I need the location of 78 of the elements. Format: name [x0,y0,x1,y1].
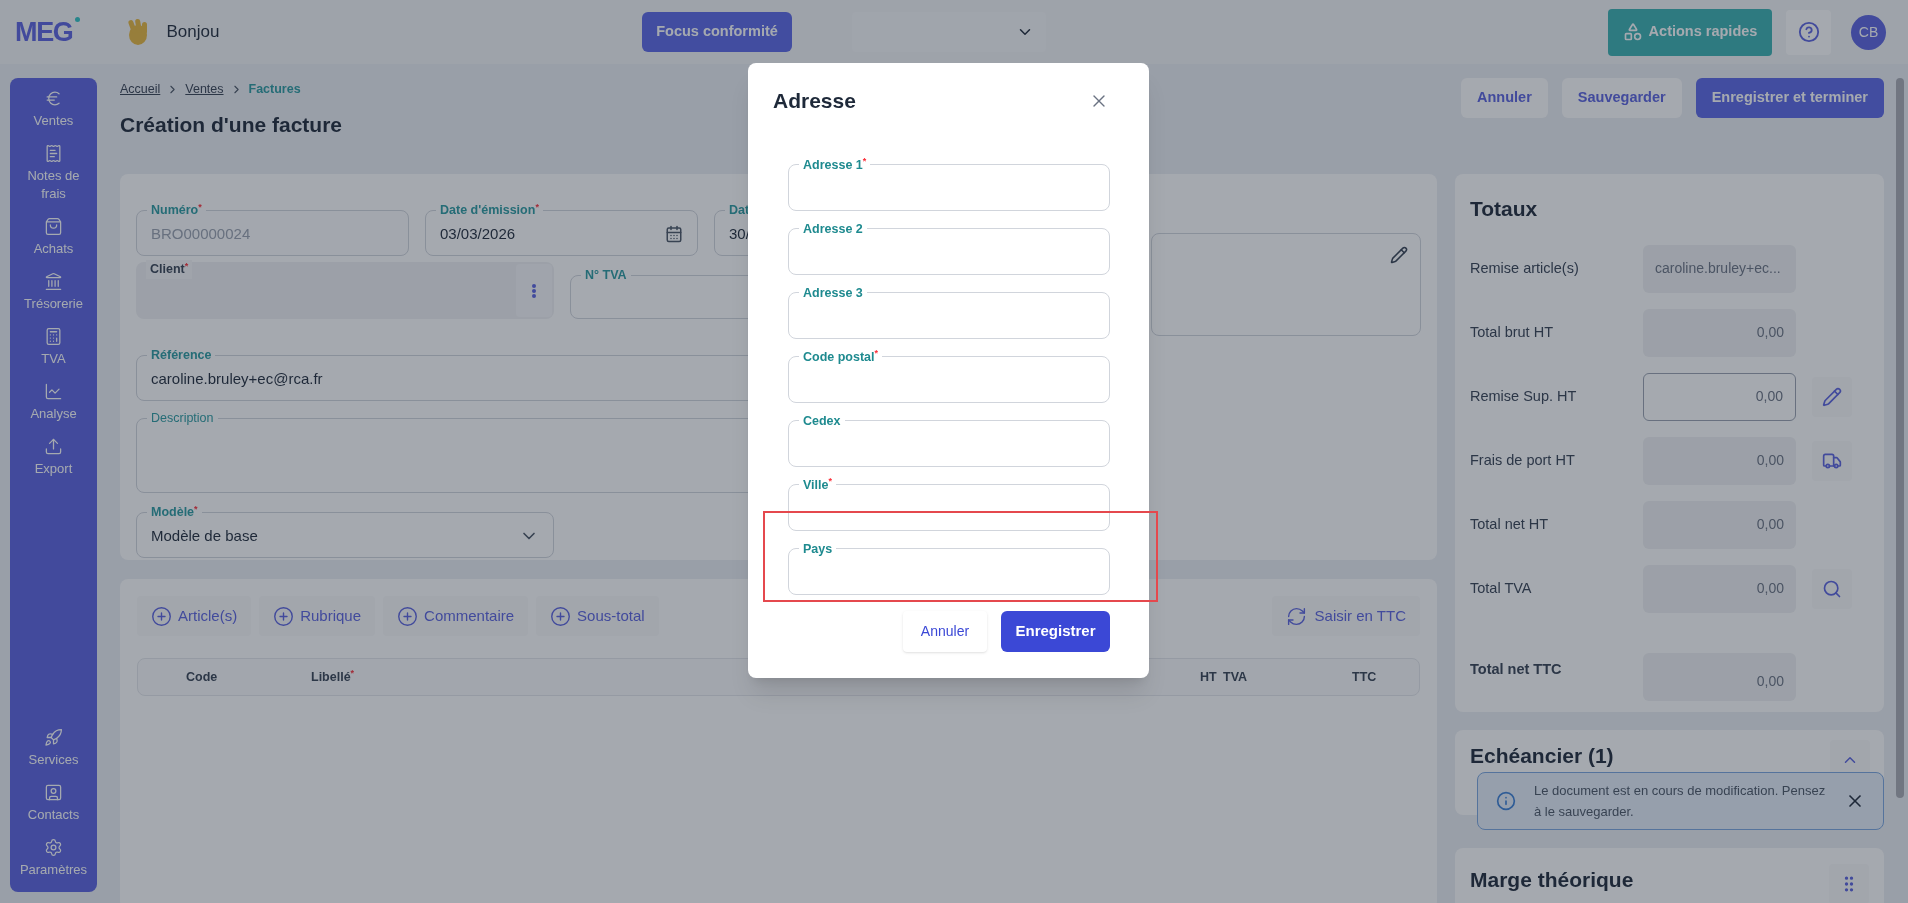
total-label: Total net TTC [1470,659,1563,679]
refresh-icon [1285,605,1307,627]
column-header: HT [1200,669,1217,684]
page-title: Création d'une facture [120,111,343,138]
total-label: Total TVA [1470,578,1533,598]
schedule-title: Echéancier (1) [1470,743,1614,769]
action-button[interactable]: Annuler [1461,78,1548,118]
breadcrumb-current: Factures [248,81,301,98]
amount-input[interactable]: 0,00 [1643,372,1796,421]
total-label: Remise Sup. HT [1470,386,1578,406]
sidebar-item[interactable]: Analyse [10,375,97,430]
column-header: TVA [1223,669,1248,684]
address-field[interactable]: Ville$^{*}$ [788,475,1110,531]
column-header: TTC [1352,669,1377,684]
toast-message: Le document est en cours de modification. Pensez à le sauvegarder. [1534,782,1827,821]
euro-icon [44,89,63,108]
sidebar-item[interactable]: TVA [10,320,97,375]
total-label: Total brut HT [1470,322,1554,342]
sidebar-item[interactable]: Contacts [10,776,97,831]
scrollbar-thumb[interactable] [1896,78,1904,798]
upload-icon [44,437,63,456]
amount-field: 0,00 [1643,308,1796,357]
more-icon [532,283,536,298]
calendar-icon [665,225,683,244]
amount-field: caroline.bruley+ec... [1643,244,1796,293]
help-button[interactable] [1786,9,1831,55]
column-header: Code [186,669,218,684]
breadcrumb-link[interactable]: Ventes [185,80,224,99]
search-icon [1822,578,1842,599]
plus-circle-icon [273,605,295,627]
sidebar-item[interactable]: Achats [10,210,97,265]
sidebar-item[interactable]: Ventes [10,82,97,137]
contact-card-icon [44,783,63,802]
breadcrumb-link[interactable]: Accueil [120,80,161,99]
save-finish-button[interactable]: Enregistrer et terminer [1695,78,1884,118]
avatar[interactable]: CB [1851,14,1886,50]
action-button[interactable]: Sauvegarder [1561,78,1682,118]
settings-icon [44,838,63,857]
sidebar-item[interactable]: Notes de frais [10,137,97,210]
plus-circle-icon [550,605,572,627]
pencil-icon [1822,386,1842,407]
date-field[interactable]: Date d'émission$^{*}$ 03/03/2026 [425,201,698,256]
address-field[interactable]: Code postal$^{*}$ [788,347,1110,403]
rocket-icon [44,728,63,747]
column-header: Libellé$^{*}$ [311,669,355,684]
info-icon [1496,791,1516,811]
amount-field: 0,00 [1643,500,1796,549]
total-label: Frais de port HT [1470,450,1576,470]
cancel-button[interactable]: Annuler [903,610,987,652]
totals-title: Totaux [1470,196,1539,222]
receipt-icon [44,144,63,163]
bank-icon [44,272,63,291]
help-icon [1797,21,1820,43]
total-label: Remise article(s) [1470,258,1580,278]
shopping-bag-icon [44,217,63,236]
logo: MEG [15,11,81,53]
calculator-icon [44,327,63,346]
shapes-icon [1622,22,1643,42]
margin-title: Marge théorique [1470,867,1634,893]
plus-circle-icon [397,605,419,627]
pencil-icon [1390,246,1408,264]
plus-circle-icon [151,605,172,627]
total-label: Total net HT [1470,514,1550,534]
sidebar-item[interactable]: Trésorerie [10,265,97,320]
address-field[interactable]: Adresse 1$^{*}$ [788,155,1110,211]
dialog-title: Adresse [773,88,856,114]
line-chart-icon [44,382,63,401]
sidebar-item[interactable]: Export [10,430,97,485]
amount-field: 0,00 [1643,652,1796,701]
sidebar-item[interactable]: Services [10,721,97,776]
amount-field: 0,00 [1643,436,1796,485]
quick-actions-button[interactable]: Actions rapides [1608,8,1772,56]
focus-button[interactable]: Focus conformité [642,12,792,52]
sidebar-item[interactable]: Paramètres [10,831,97,886]
template-select[interactable]: Modèle$^{*}$ Modèle de base [136,503,554,558]
save-button[interactable]: Enregistrer [1001,610,1110,652]
greeting-text: Bonjou [166,21,220,44]
amount-field: 0,00 [1643,564,1796,613]
